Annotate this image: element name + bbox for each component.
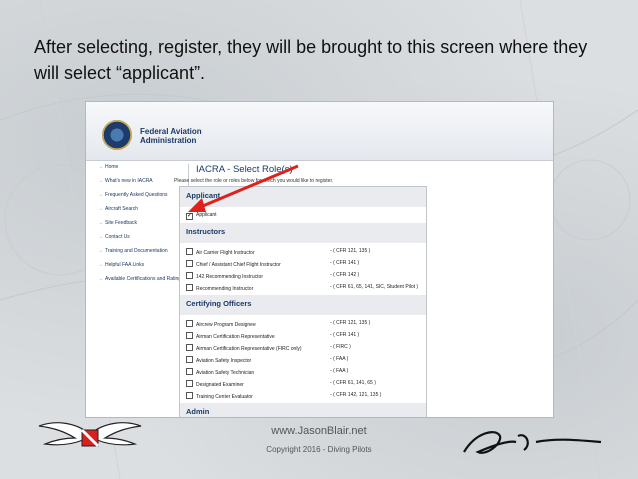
checkbox-icon[interactable] — [186, 260, 193, 267]
sidebar-item-home[interactable]: → Home — [98, 164, 188, 170]
sidebar-item-site-feedback[interactable]: → Site Feedback — [98, 220, 188, 226]
checkbox-icon[interactable] — [186, 344, 193, 351]
role-value: - ( CFR 121, 135 ) — [330, 248, 371, 254]
role-tce[interactable]: Training Center Evaluator — [186, 392, 253, 400]
role-value: - ( CFR 142, 121, 135 ) — [330, 392, 382, 398]
section-certifying-heading: Certifying Officers — [180, 295, 426, 315]
arrow-icon: → — [98, 234, 103, 240]
faa-title-line2: Administration — [140, 136, 197, 145]
checkbox-icon[interactable] — [186, 272, 193, 279]
arrow-icon: → — [98, 248, 103, 254]
arrow-icon: → — [98, 178, 103, 184]
faa-title: Federal Aviation Administration — [140, 127, 260, 145]
sidebar-item-contact-us[interactable]: → Contact Us — [98, 234, 188, 240]
role-aircrew-designee[interactable]: Aircrew Program Designee — [186, 320, 256, 328]
signature-image — [463, 431, 602, 454]
section-applicant-heading: Applicant — [180, 187, 426, 207]
role-recommending-instructor[interactable]: Recommending Instructor — [186, 284, 253, 292]
sidebar-item-training[interactable]: → Training and Documentation — [98, 248, 188, 254]
role-panel: Applicant ✓ Applicant Instructors Air Car… — [179, 186, 427, 417]
checkbox-icon[interactable] — [186, 380, 193, 387]
faa-title-line1: Federal Aviation — [140, 127, 202, 136]
arrow-icon: → — [98, 262, 103, 268]
role-safety-inspector[interactable]: Aviation Safety Inspector — [186, 356, 251, 364]
faa-seal-icon — [102, 120, 132, 150]
role-value: - ( CFR 141 ) — [330, 332, 360, 338]
sidebar-item-faa-links[interactable]: → Helpful FAA Links — [98, 262, 188, 268]
section-admin-heading: Admin — [180, 403, 426, 417]
arrow-icon: → — [98, 220, 103, 226]
faa-header: Federal Aviation Administration — [86, 102, 553, 161]
checkbox-icon[interactable] — [186, 356, 193, 363]
arrow-icon: → — [98, 206, 103, 212]
role-value: - ( CFR 61, 65, 141, SIC, Student Pilot … — [330, 284, 419, 290]
sidebar-item-certifications[interactable]: → Available Certifications and Ratings — [98, 276, 188, 282]
iacra-screenshot: Federal Aviation Administration → Home → W… — [85, 101, 554, 418]
role-applicant[interactable]: ✓ Applicant — [186, 212, 217, 220]
role-safety-technician[interactable]: Aviation Safety Technician — [186, 368, 254, 376]
role-value: - ( CFR 142 ) — [330, 272, 360, 278]
role-142-instructor[interactable]: 142 Recommending Instructor — [186, 272, 263, 280]
arrow-icon: → — [98, 164, 103, 170]
sidebar-item-faq[interactable]: → Frequently Asked Questions — [98, 192, 188, 198]
role-value: - ( FIRC ) — [330, 344, 351, 350]
role-chief-instructor[interactable]: Chief / Assistant Chief Flight Instructo… — [186, 260, 281, 268]
role-air-carrier-instructor[interactable]: Air Carrier Flight Instructor — [186, 248, 255, 256]
role-designated-examiner[interactable]: Designated Examiner — [186, 380, 244, 388]
role-value: - ( CFR 121, 135 ) — [330, 320, 371, 326]
role-value: - ( FAA ) — [330, 368, 349, 374]
checkbox-icon[interactable] — [186, 284, 193, 291]
role-acr[interactable]: Airman Certification Representative — [186, 332, 275, 340]
role-value: - ( CFR 61, 141, 65 ) — [330, 380, 376, 386]
arrow-icon: → — [98, 276, 103, 282]
role-acr-firc[interactable]: Airman Certification Representative (FIR… — [186, 344, 302, 352]
section-instructors-heading: Instructors — [180, 223, 426, 243]
role-value: - ( CFR 141 ) — [330, 260, 360, 266]
sidebar-nav: → Home → What's new in IACRA → Frequently A… — [94, 164, 189, 404]
page-title: IACRA - Select Role(s) — [196, 164, 293, 175]
checkbox-checked-icon[interactable]: ✓ — [186, 213, 193, 220]
checkbox-icon[interactable] — [186, 248, 193, 255]
role-value: - ( FAA ) — [330, 356, 349, 362]
arrow-icon: → — [98, 192, 103, 198]
checkbox-icon[interactable] — [186, 320, 193, 327]
sidebar-item-aircraft-search[interactable]: → Aircraft Search — [98, 206, 188, 212]
checkbox-icon[interactable] — [186, 368, 193, 375]
checkbox-icon[interactable] — [186, 392, 193, 399]
slide-caption: After selecting, register, they will be … — [34, 37, 588, 83]
checkbox-icon[interactable] — [186, 332, 193, 339]
page-subtitle: Please select the role or roles below fo… — [174, 178, 334, 184]
